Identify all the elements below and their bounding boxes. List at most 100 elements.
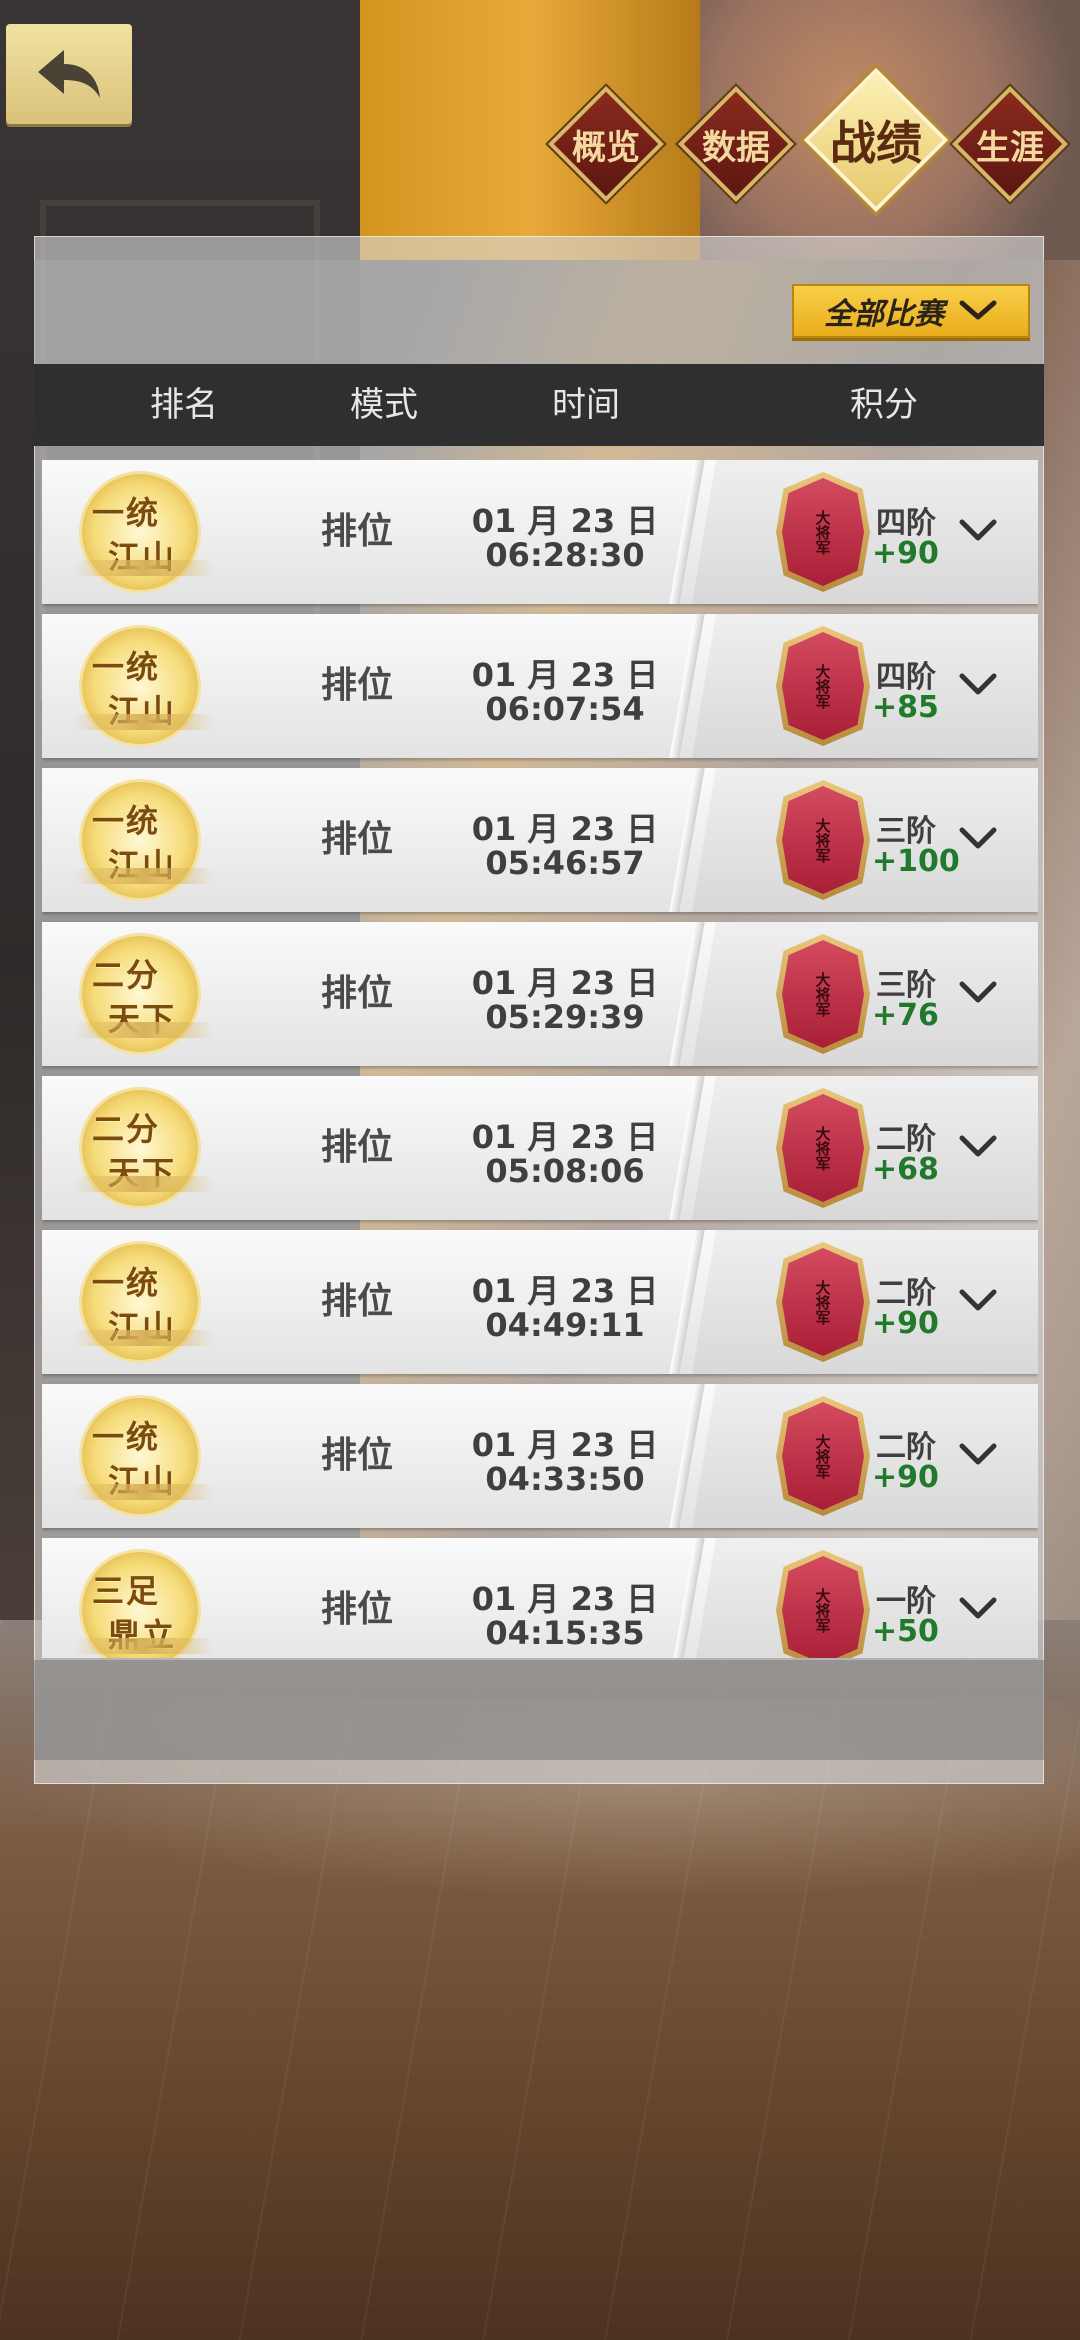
- general-shield-icon: 大将军: [782, 632, 864, 740]
- row-mode: 排位: [320, 1589, 393, 1630]
- row-mode: 排位: [320, 511, 393, 552]
- tab-record[interactable]: 战绩: [803, 67, 949, 213]
- cloud-ornament: [74, 560, 214, 576]
- row-points: +85: [872, 690, 939, 725]
- expand-chevron-icon[interactable]: [958, 1286, 998, 1316]
- row-mode: 排位: [320, 1127, 393, 1168]
- rank-medal-text-top: 一统: [92, 1418, 161, 1456]
- match-row[interactable]: 一统 江山 排位 01 月 23 日 04:49:11 大将军 二阶 +90: [42, 1230, 1038, 1374]
- panel-footer: [34, 1660, 1044, 1760]
- rank-medal-icon: 二分 天下: [74, 1090, 214, 1206]
- header-score: 积分: [850, 385, 918, 425]
- row-points: +90: [872, 1460, 939, 1495]
- rank-medal-icon: 一统 江山: [74, 782, 214, 898]
- expand-chevron-icon[interactable]: [958, 824, 998, 854]
- match-list[interactable]: 一统 江山 排位 01 月 23 日 06:28:30 大将军 四阶 +90 一…: [42, 460, 1038, 1658]
- tab-career[interactable]: 生涯: [952, 86, 1068, 202]
- rank-medal-text-top: 三足: [92, 1572, 161, 1610]
- row-points: +68: [872, 1152, 939, 1187]
- expand-chevron-icon[interactable]: [958, 978, 998, 1008]
- rank-medal-icon: 一统 江山: [74, 474, 214, 590]
- cloud-ornament: [74, 1638, 214, 1654]
- row-points: +76: [872, 998, 939, 1033]
- cloud-ornament: [74, 1330, 214, 1346]
- match-row[interactable]: 一统 江山 排位 01 月 23 日 05:46:57 大将军 三阶 +100: [42, 768, 1038, 912]
- back-button[interactable]: [6, 24, 132, 124]
- row-mode: 排位: [320, 665, 393, 706]
- row-points: +90: [872, 536, 939, 571]
- general-shield-icon: 大将军: [782, 1402, 864, 1510]
- row-time: 05:29:39: [485, 998, 645, 1036]
- rank-medal-icon: 二分 天下: [74, 936, 214, 1052]
- chevron-down-icon: [959, 300, 997, 320]
- rank-medal-text-top: 一统: [92, 802, 161, 840]
- match-row[interactable]: 一统 江山 排位 01 月 23 日 04:33:50 大将军 二阶 +90: [42, 1384, 1038, 1528]
- back-arrow-icon: [38, 50, 100, 98]
- general-shield-icon: 大将军: [782, 1248, 864, 1356]
- match-filter-label: 全部比赛: [824, 297, 944, 332]
- tab-data[interactable]: 数据: [678, 86, 794, 202]
- row-mode: 排位: [320, 1281, 393, 1322]
- shield-glyph: 大将军: [813, 1433, 832, 1479]
- row-points: +90: [872, 1306, 939, 1341]
- row-points: +50: [872, 1614, 939, 1649]
- row-time: 06:28:30: [485, 536, 645, 574]
- expand-chevron-icon[interactable]: [958, 1440, 998, 1470]
- expand-chevron-icon[interactable]: [958, 1132, 998, 1162]
- match-row[interactable]: 三足 鼎立 排位 01 月 23 日 04:15:35 大将军 一阶 +50: [42, 1538, 1038, 1658]
- match-filter-dropdown[interactable]: 全部比赛: [792, 284, 1030, 338]
- general-shield-icon: 大将军: [782, 940, 864, 1048]
- rank-medal-text-top: 一统: [92, 648, 161, 686]
- shield-glyph: 大将军: [813, 663, 832, 709]
- tab-record-label: 战绩: [830, 116, 922, 170]
- general-shield-icon: 大将军: [782, 1094, 864, 1202]
- header-mode: 模式: [350, 385, 418, 425]
- rank-medal-text-top: 一统: [92, 494, 161, 532]
- tab-data-label: 数据: [702, 127, 770, 168]
- cloud-ornament: [74, 714, 214, 730]
- row-time: 04:15:35: [485, 1614, 645, 1652]
- shield-glyph: 大将军: [813, 971, 832, 1017]
- cloud-ornament: [74, 868, 214, 884]
- general-shield-icon: 大将军: [782, 786, 864, 894]
- shield-glyph: 大将军: [813, 1279, 832, 1325]
- table-header: 排名 模式 时间 积分: [34, 364, 1044, 446]
- cloud-ornament: [74, 1484, 214, 1500]
- shield-glyph: 大将军: [813, 1125, 832, 1171]
- tab-overview-label: 概览: [572, 127, 640, 168]
- row-time: 05:08:06: [485, 1152, 645, 1190]
- row-points: +100: [872, 844, 960, 879]
- rank-medal-text-top: 一统: [92, 1264, 161, 1302]
- expand-chevron-icon[interactable]: [958, 670, 998, 700]
- expand-chevron-icon[interactable]: [958, 1594, 998, 1624]
- row-mode: 排位: [320, 819, 393, 860]
- row-time: 04:33:50: [485, 1460, 645, 1498]
- tab-career-label: 生涯: [976, 127, 1044, 168]
- cloud-ornament: [74, 1022, 214, 1038]
- expand-chevron-icon[interactable]: [958, 516, 998, 546]
- tab-overview[interactable]: 概览: [548, 86, 664, 202]
- rank-medal-icon: 一统 江山: [74, 1398, 214, 1514]
- row-mode: 排位: [320, 1435, 393, 1476]
- match-row[interactable]: 二分 天下 排位 01 月 23 日 05:29:39 大将军 三阶 +76: [42, 922, 1038, 1066]
- rank-medal-icon: 一统 江山: [74, 1244, 214, 1360]
- row-mode: 排位: [320, 973, 393, 1014]
- row-time: 04:49:11: [485, 1306, 645, 1344]
- row-time: 05:46:57: [485, 844, 645, 882]
- header-time: 时间: [552, 385, 620, 425]
- cloud-ornament: [74, 1176, 214, 1192]
- match-row[interactable]: 一统 江山 排位 01 月 23 日 06:07:54 大将军 四阶 +85: [42, 614, 1038, 758]
- match-row[interactable]: 二分 天下 排位 01 月 23 日 05:08:06 大将军 二阶 +68: [42, 1076, 1038, 1220]
- general-shield-icon: 大将军: [782, 478, 864, 586]
- header-rank: 排名: [150, 385, 218, 425]
- rank-medal-icon: 一统 江山: [74, 628, 214, 744]
- shield-glyph: 大将军: [813, 509, 832, 555]
- rank-medal-text-top: 二分: [92, 956, 161, 994]
- match-row[interactable]: 一统 江山 排位 01 月 23 日 06:28:30 大将军 四阶 +90: [42, 460, 1038, 604]
- shield-glyph: 大将军: [813, 817, 832, 863]
- rank-medal-icon: 三足 鼎立: [74, 1552, 214, 1658]
- row-time: 06:07:54: [485, 690, 645, 728]
- shield-glyph: 大将军: [813, 1587, 832, 1633]
- general-shield-icon: 大将军: [782, 1556, 864, 1658]
- rank-medal-text-top: 二分: [92, 1110, 161, 1148]
